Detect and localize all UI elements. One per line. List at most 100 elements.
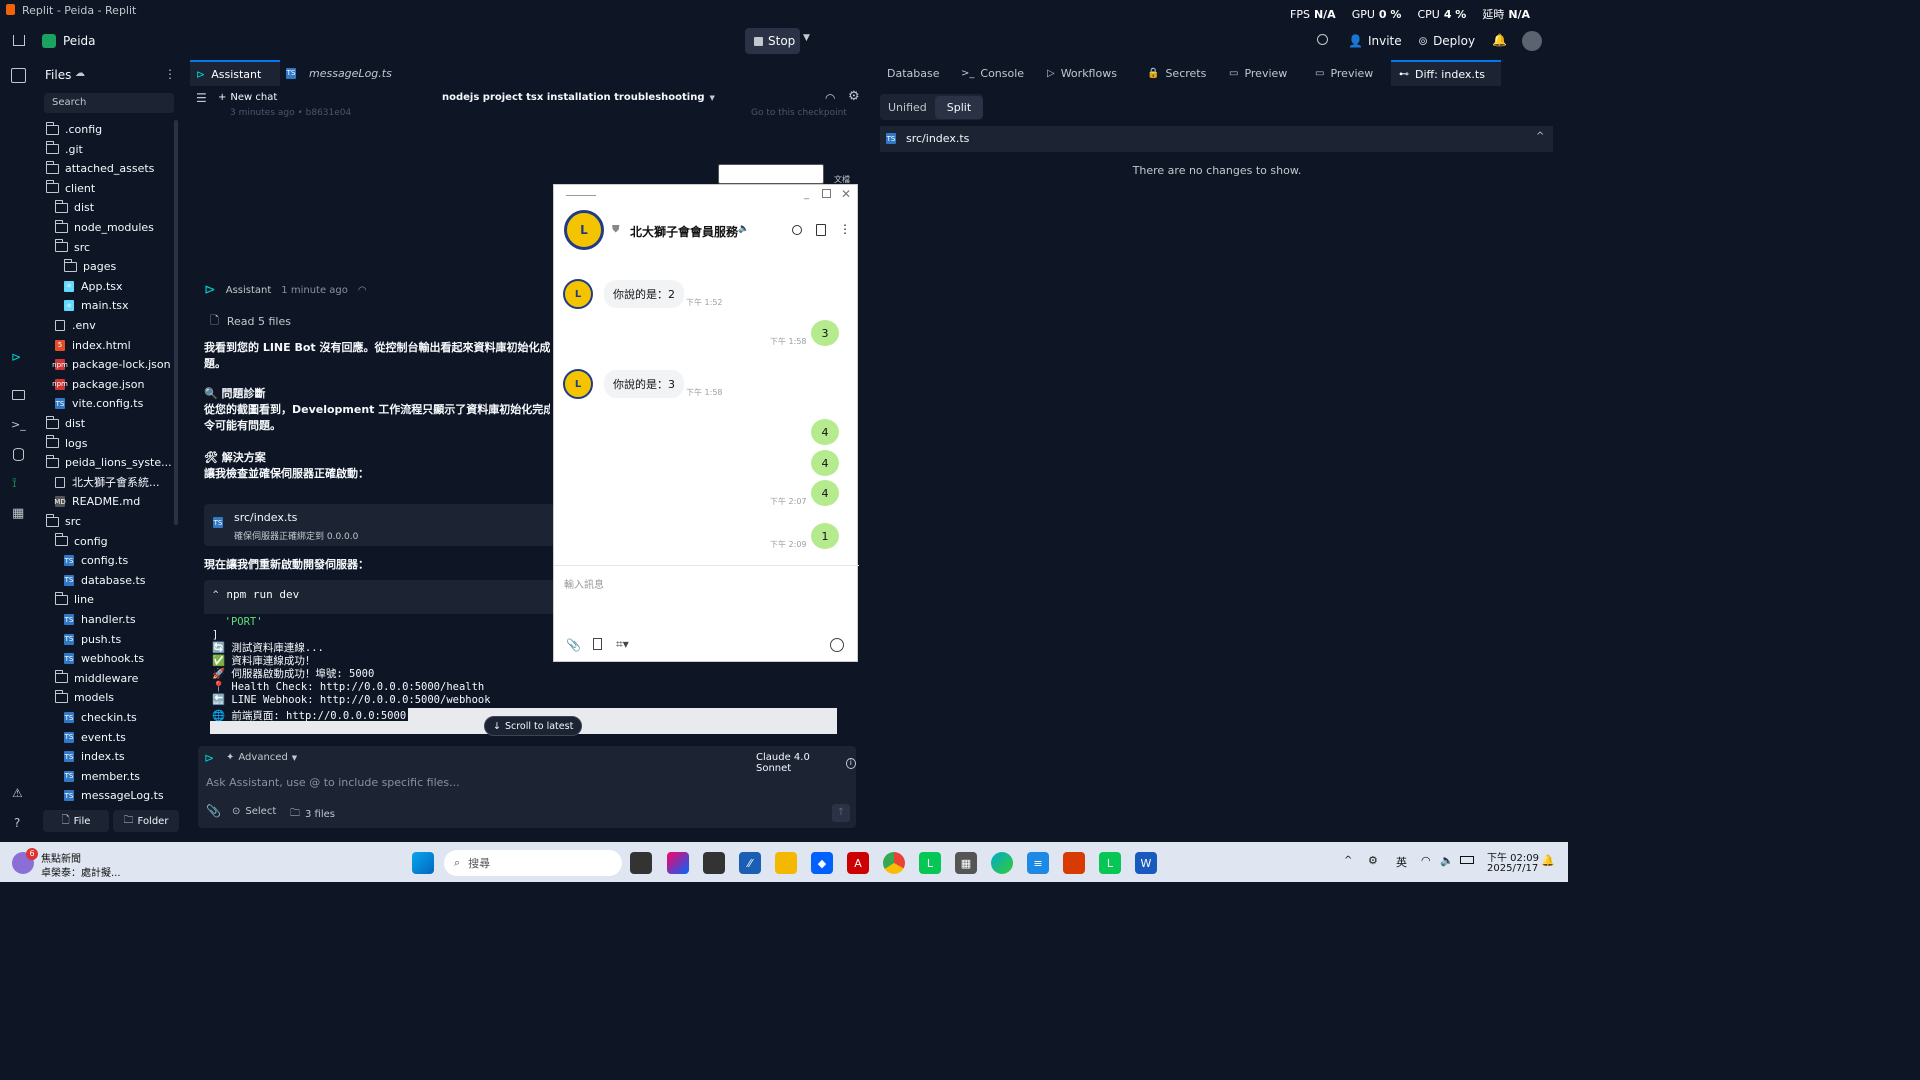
tab-messagelog[interactable]: TS messageLog.ts xyxy=(280,60,396,86)
tab-console[interactable]: >_ Console xyxy=(953,60,1039,86)
notification-bell-icon[interactable]: 🔔 xyxy=(1541,854,1555,867)
new-file-button[interactable]: 🗋 File xyxy=(43,810,109,832)
tree-folder[interactable]: middleware xyxy=(55,669,138,688)
send-button[interactable]: ↑ xyxy=(832,804,850,822)
unity-icon[interactable] xyxy=(703,852,725,874)
wifi-icon[interactable]: ◠ xyxy=(1421,854,1431,867)
chrome-icon[interactable] xyxy=(883,852,905,874)
autocad-icon[interactable]: A xyxy=(847,852,869,874)
files-context-button[interactable]: 🗀 3 files xyxy=(290,806,335,823)
chevron-up-icon[interactable]: ^ xyxy=(1536,131,1544,142)
paperclip-icon[interactable]: 📎 xyxy=(206,804,221,818)
tab-workflows[interactable]: ▷ Workflows xyxy=(1039,60,1139,86)
tree-file[interactable]: 5 index.html xyxy=(55,336,131,355)
pin-slider[interactable] xyxy=(566,195,596,196)
chevron-down-icon[interactable]: ▼ xyxy=(803,33,810,43)
windows-start-icon[interactable] xyxy=(412,852,434,874)
database-icon[interactable] xyxy=(13,448,24,461)
advanced-dropdown[interactable]: ✦ Advanced ▼ xyxy=(226,752,297,763)
search-icon[interactable] xyxy=(792,225,802,235)
command-header[interactable]: ^ npm run dev xyxy=(213,588,299,601)
tray-chevron-icon[interactable]: ^ xyxy=(1344,855,1352,866)
task-view-icon[interactable] xyxy=(630,852,652,874)
line-app-icon[interactable]: L xyxy=(919,852,941,874)
close-icon[interactable]: ✕ xyxy=(841,187,851,201)
dropbox-icon[interactable]: ◆ xyxy=(811,852,833,874)
notepad-icon[interactable]: ≡ xyxy=(1027,852,1049,874)
more-options-icon[interactable]: ⋮ xyxy=(164,67,176,81)
clock-time[interactable]: 下午 02:09 xyxy=(1487,849,1539,864)
tree-file[interactable]: 北大獅子會系統... xyxy=(55,473,160,492)
chat-title-dropdown[interactable]: nodejs project tsx installation troubles… xyxy=(442,92,715,103)
tree-file[interactable]: ⚛ main.tsx xyxy=(64,296,129,315)
line-message-input[interactable]: 輸入訊息 xyxy=(564,576,604,591)
tab-database[interactable]: Database xyxy=(873,60,953,86)
battery-icon[interactable] xyxy=(1460,856,1474,864)
file-change-card[interactable]: TS src/index.ts 確保伺服器正確綁定到 0.0.0.0 xyxy=(204,504,554,546)
tree-folder[interactable]: models xyxy=(55,688,114,707)
assistant-icon[interactable]: ⊳ xyxy=(11,350,21,364)
select-button[interactable]: ⊙ Select xyxy=(232,806,276,817)
tree-folder[interactable]: line xyxy=(55,590,94,609)
minimize-icon[interactable]: _ xyxy=(804,189,809,200)
chat-history-icon[interactable]: ☰ xyxy=(196,91,207,105)
console-icon[interactable]: >_ xyxy=(11,418,26,431)
volume-icon[interactable]: 🔈 xyxy=(1440,854,1454,867)
calculator-icon[interactable]: ▦ xyxy=(955,852,977,874)
apps-grid-icon[interactable]: ▦ xyxy=(12,506,24,521)
visual-studio-icon[interactable]: ⁄⁄ xyxy=(739,852,761,874)
tree-folder[interactable]: peida_lions_syste... xyxy=(46,453,172,472)
tray-app-icon[interactable]: ⚙ xyxy=(1368,854,1378,867)
edge-icon[interactable] xyxy=(991,852,1013,874)
tree-file[interactable]: TS config.ts xyxy=(64,551,128,570)
read-files-row[interactable]: 🗋 Read 5 files xyxy=(210,312,291,331)
gear-icon[interactable]: ⚙ xyxy=(848,89,860,104)
copilot-icon[interactable] xyxy=(667,852,689,874)
tree-scrollbar[interactable] xyxy=(174,120,178,525)
input-language[interactable]: 英 xyxy=(1396,854,1407,870)
search-icon[interactable] xyxy=(1317,34,1328,45)
screenshot-thumbnail[interactable] xyxy=(718,164,824,184)
bookmark-icon[interactable] xyxy=(593,638,602,650)
home-icon[interactable] xyxy=(13,35,25,46)
emoji-icon[interactable] xyxy=(830,638,844,652)
chat-input[interactable]: Ask Assistant, use @ to include specific… xyxy=(206,776,826,789)
gauge-icon[interactable]: ◠ xyxy=(825,91,835,105)
stop-button[interactable]: Stop xyxy=(745,28,800,54)
tree-file[interactable]: npm package-lock.json xyxy=(52,355,170,374)
tree-folder[interactable]: .config xyxy=(46,120,102,139)
clock-date[interactable]: 2025/7/17 xyxy=(1487,863,1538,874)
diff-file-header[interactable]: TS src/index.ts ^ xyxy=(880,126,1553,152)
help-icon[interactable]: ? xyxy=(14,816,20,830)
faded-checkpoint-link[interactable]: Go to this checkpoint xyxy=(751,108,847,118)
tree-file[interactable]: MD README.md xyxy=(54,492,140,511)
tree-file[interactable]: TS database.ts xyxy=(64,571,146,590)
scroll-to-latest-button[interactable]: ↓ Scroll to latest xyxy=(484,716,583,736)
debug-icon[interactable]: ⚠ xyxy=(12,786,23,800)
tree-file[interactable]: ⚛ App.tsx xyxy=(64,277,123,296)
tree-folder[interactable]: logs xyxy=(46,434,88,453)
crop-icon[interactable]: ⌗▾ xyxy=(616,637,629,652)
tree-folder[interactable]: .git xyxy=(46,140,83,159)
tree-folder[interactable]: src xyxy=(46,512,81,531)
office-icon[interactable] xyxy=(1063,852,1085,874)
preview-icon[interactable] xyxy=(12,390,25,400)
more-options-icon[interactable]: ⋮ xyxy=(839,222,851,236)
word-icon[interactable]: W xyxy=(1135,852,1157,874)
tab-preview[interactable]: ▭ Preview xyxy=(1221,60,1307,86)
tab-preview[interactable]: ▭ Preview xyxy=(1307,60,1391,86)
tree-file[interactable]: TS member.ts xyxy=(64,767,140,786)
tree-file[interactable]: TS push.ts xyxy=(64,630,121,649)
new-folder-button[interactable]: 🗀 Folder xyxy=(113,810,179,832)
unified-toggle[interactable]: Unified xyxy=(880,101,935,114)
paperclip-icon[interactable]: 📎 xyxy=(566,638,581,652)
file-search-input[interactable]: Search xyxy=(44,93,174,113)
file-explorer-icon[interactable] xyxy=(775,852,797,874)
tree-folder[interactable]: pages xyxy=(64,257,116,276)
tree-file[interactable]: TS checkin.ts xyxy=(64,708,137,727)
new-chat-button[interactable]: + New chat xyxy=(218,92,277,103)
split-toggle[interactable]: Split xyxy=(934,95,984,119)
tab-secrets[interactable]: 🔒 Secrets xyxy=(1139,60,1221,86)
git-icon[interactable]: ⟟ xyxy=(12,476,17,491)
deploy-button[interactable]: ⊚ Deploy xyxy=(1418,34,1475,48)
